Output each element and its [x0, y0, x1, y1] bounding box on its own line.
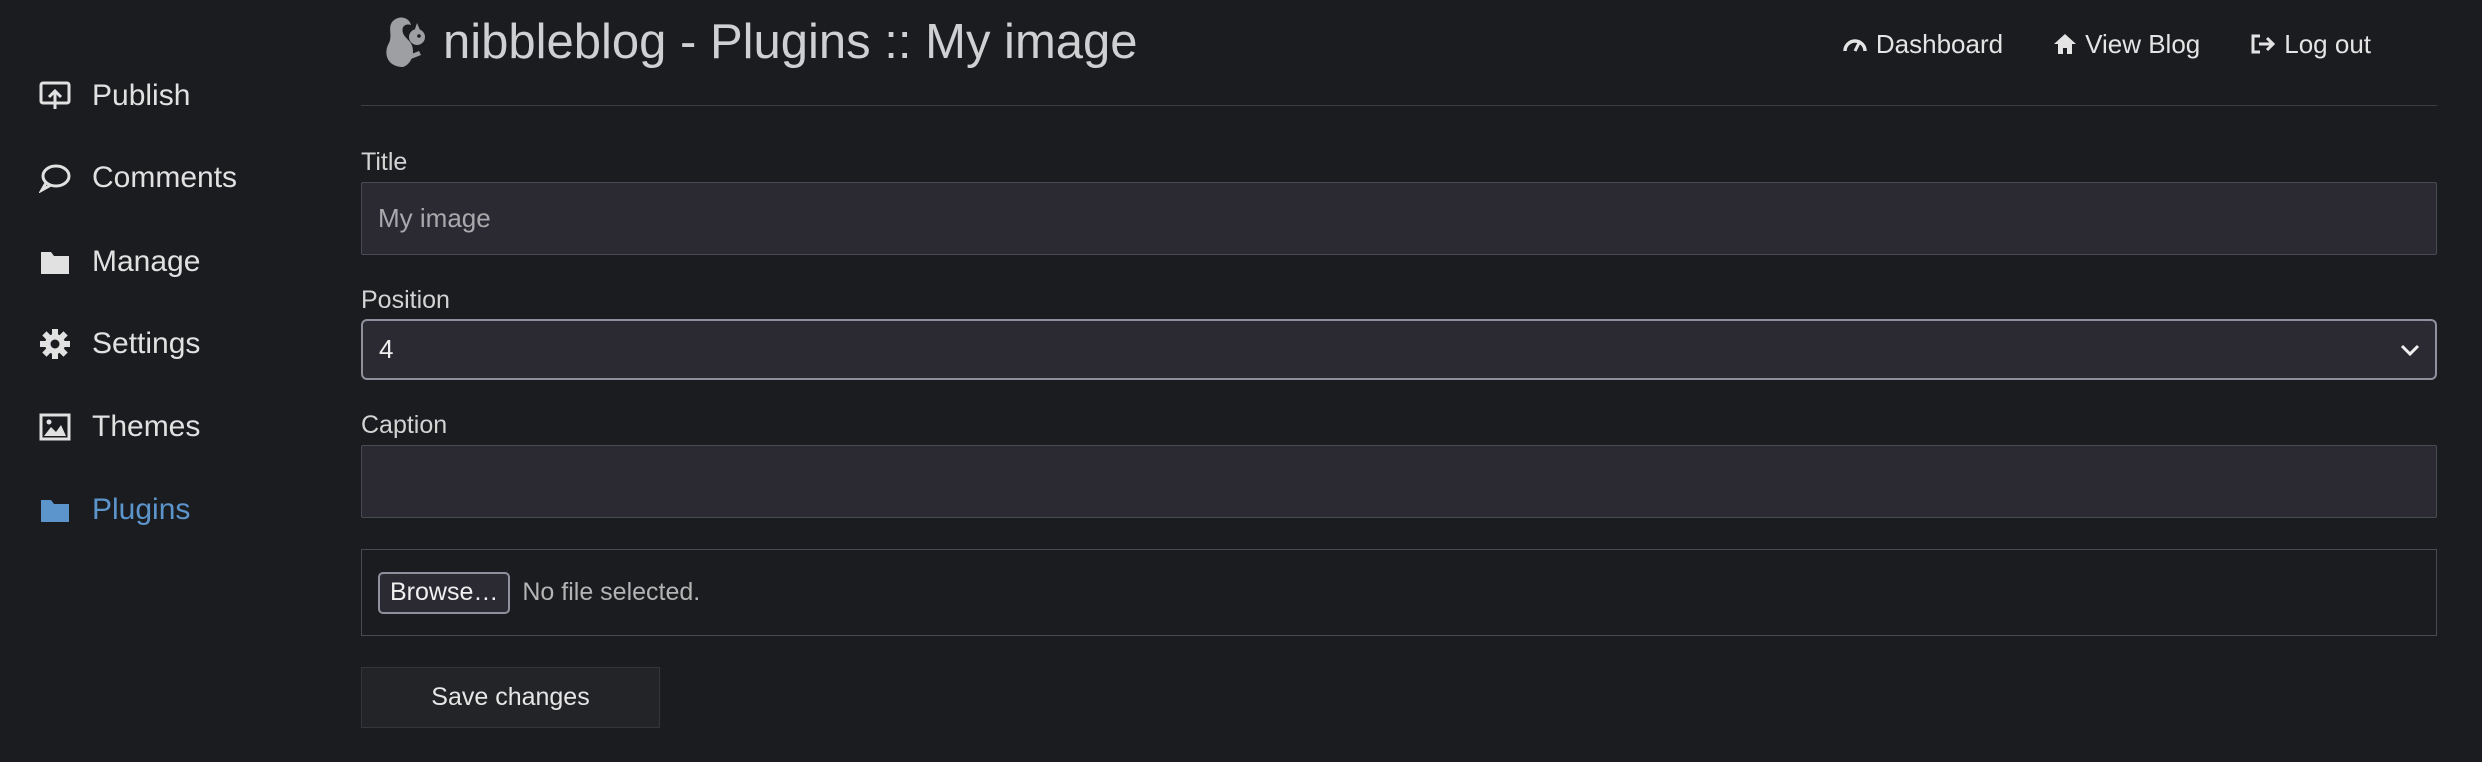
sidebar-item-settings[interactable]: Settings — [38, 319, 200, 369]
sidebar-item-label: Publish — [92, 79, 191, 112]
position-select-value: 4 — [379, 334, 394, 364]
sidebar-item-label: Comments — [92, 161, 238, 194]
gear-icon — [38, 327, 72, 361]
page-title-text: nibbleblog - Plugins :: My image — [443, 15, 1138, 69]
publish-icon — [38, 79, 72, 113]
position-select[interactable]: 4 — [361, 319, 2437, 380]
logout-link[interactable]: Log out — [2250, 29, 2371, 60]
sidebar-item-label: Plugins — [92, 493, 191, 526]
chevron-down-icon — [2400, 344, 2420, 356]
browse-button[interactable]: Browse… — [378, 571, 511, 614]
page-header: nibbleblog - Plugins :: My image Dashboa… — [361, 0, 2437, 106]
sidebar-item-manage[interactable]: Manage — [38, 237, 200, 287]
sidebar-item-label: Manage — [92, 245, 201, 278]
view-blog-link[interactable]: View Blog — [2053, 29, 2200, 60]
save-button[interactable]: Save changes — [361, 667, 660, 728]
folder-icon — [38, 245, 72, 279]
sidebar-item-label: Settings — [92, 327, 201, 360]
logout-icon — [2251, 34, 2276, 54]
dashboard-link[interactable]: Dashboard — [1842, 29, 2003, 60]
sidebar-item-publish[interactable]: Publish — [38, 71, 190, 121]
logout-link-label: Log out — [2284, 28, 2371, 59]
squirrel-logo-icon — [379, 15, 427, 69]
dashboard-icon — [1843, 39, 1867, 52]
top-nav: Dashboard View Blog Log out — [1842, 22, 2371, 66]
dashboard-link-label: Dashboard — [1875, 28, 2004, 59]
image-icon — [38, 410, 72, 444]
caption-input[interactable] — [361, 445, 2437, 518]
view-blog-link-label: View Blog — [2085, 28, 2201, 59]
sidebar-item-themes[interactable]: Themes — [38, 402, 200, 452]
file-status: No file selected. — [522, 578, 701, 606]
file-upload: Browse… No file selected. — [361, 549, 2437, 636]
title-input[interactable] — [361, 182, 2437, 255]
position-label: Position — [361, 286, 450, 314]
comment-icon — [38, 161, 72, 195]
caption-label: Caption — [361, 411, 448, 439]
folder-icon — [38, 493, 72, 527]
title-label: Title — [361, 148, 408, 176]
sidebar-item-plugins[interactable]: Plugins — [38, 485, 190, 535]
page-title: nibbleblog - Plugins :: My image — [379, 12, 1138, 72]
sidebar: Publish Comments Manage Settings Themes … — [0, 0, 340, 762]
sidebar-item-label: Themes — [92, 410, 201, 443]
sidebar-item-comments[interactable]: Comments — [38, 153, 237, 203]
home-icon — [2054, 34, 2077, 54]
